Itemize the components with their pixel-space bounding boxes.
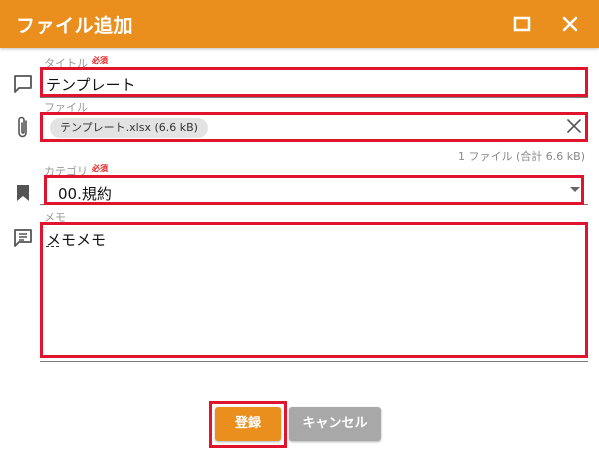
title-highlight bbox=[40, 67, 588, 97]
required-mark: 必須 bbox=[92, 56, 108, 65]
close-icon bbox=[562, 16, 578, 32]
register-highlight bbox=[209, 401, 287, 448]
memo-underline bbox=[40, 361, 588, 362]
message-icon bbox=[14, 229, 32, 247]
required-mark: 必須 bbox=[92, 164, 108, 173]
category-highlight bbox=[44, 175, 584, 205]
cancel-button[interactable]: キャンセル bbox=[289, 407, 381, 441]
title-bar: ファイル追加 bbox=[0, 0, 599, 48]
comment-icon bbox=[14, 75, 32, 93]
maximize-icon bbox=[513, 16, 531, 32]
title-underline bbox=[40, 97, 588, 98]
file-summary: 1 ファイル (合計 6.6 kB) bbox=[458, 150, 585, 163]
bookmark-icon bbox=[17, 185, 29, 201]
file-highlight bbox=[40, 112, 588, 142]
memo-highlight bbox=[40, 222, 588, 358]
maximize-button[interactable] bbox=[508, 10, 536, 38]
close-button[interactable] bbox=[556, 10, 584, 38]
paperclip-icon bbox=[18, 116, 27, 138]
dialog-title: ファイル追加 bbox=[16, 15, 134, 37]
